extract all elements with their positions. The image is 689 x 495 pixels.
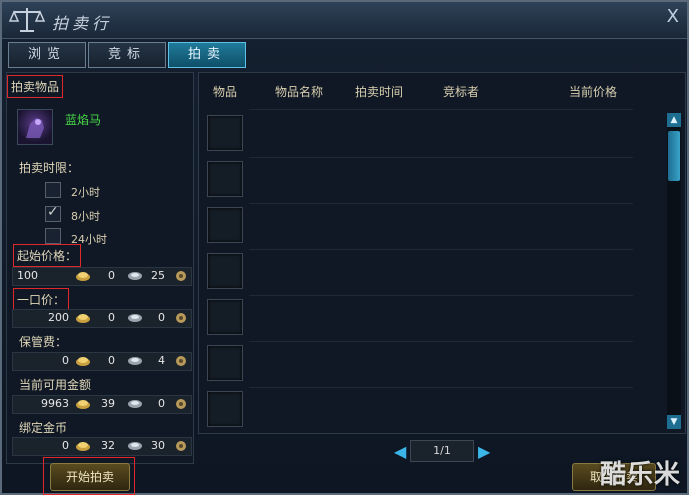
deposit-silver: 0 xyxy=(108,354,115,367)
tab-auction[interactable]: 拍卖 xyxy=(168,42,246,68)
col-header-time: 拍卖时间 xyxy=(355,85,404,99)
buyout-silver[interactable]: 0 xyxy=(97,311,115,324)
start-price-input[interactable]: 100 0 25 xyxy=(12,267,192,286)
available-silver: 39 xyxy=(101,397,115,410)
list-scrollbar[interactable]: ▲ ▼ xyxy=(667,113,681,429)
title-bar: 拍卖行 X xyxy=(2,2,687,39)
available-copper: 0 xyxy=(158,397,165,410)
table-row-slot[interactable] xyxy=(207,391,243,427)
bound-gold-display: 0 32 30 xyxy=(12,437,192,456)
checkbox-2h[interactable] xyxy=(45,182,61,198)
scroll-down-icon[interactable]: ▼ xyxy=(667,415,681,429)
page-indicator: 1/1 xyxy=(410,440,474,462)
close-button[interactable]: X xyxy=(667,6,679,27)
next-page-icon[interactable]: ▶ xyxy=(478,442,490,461)
buyout-input[interactable]: 200 0 0 xyxy=(12,309,192,328)
available-funds-label: 当前可用金额 xyxy=(19,378,92,392)
row-divider xyxy=(249,295,633,296)
tab-browse[interactable]: 浏览 xyxy=(8,42,86,68)
time-limit-label: 拍卖时限： xyxy=(19,161,80,175)
bound-copper: 30 xyxy=(151,439,165,452)
table-row-slot[interactable] xyxy=(207,253,243,289)
gold-coin-icon xyxy=(76,400,90,409)
row-divider xyxy=(249,109,633,110)
table-row-slot[interactable] xyxy=(207,207,243,243)
gold-coin-icon xyxy=(76,357,90,366)
gold-coin-icon xyxy=(76,314,90,323)
bound-gold: 0 xyxy=(62,439,69,452)
available-gold: 9963 xyxy=(41,397,69,410)
copper-coin-icon xyxy=(176,313,186,323)
copper-coin-icon xyxy=(176,356,186,366)
copper-coin-icon xyxy=(176,271,186,281)
deposit-label: 保管费： xyxy=(19,335,68,349)
item-name: 蓝焰马 xyxy=(65,113,102,127)
table-row-slot[interactable] xyxy=(207,161,243,197)
scroll-thumb[interactable] xyxy=(668,131,680,181)
start-price-silver[interactable]: 0 xyxy=(97,269,115,282)
auction-list-panel: 物品 物品名称 拍卖时间 竞标者 当前价格 ▲ ▼ xyxy=(198,72,686,434)
checkmark-icon: ✓ xyxy=(47,204,59,220)
start-price-copper[interactable]: 25 xyxy=(147,269,165,282)
copper-coin-icon xyxy=(176,441,186,451)
start-auction-button[interactable]: 开始拍卖 xyxy=(50,463,130,491)
row-divider xyxy=(249,249,633,250)
checkbox-24h[interactable] xyxy=(45,228,61,244)
scroll-up-icon[interactable]: ▲ xyxy=(667,113,681,127)
gold-coin-icon xyxy=(76,272,90,281)
row-divider xyxy=(249,157,633,158)
col-header-bidder: 竞标者 xyxy=(443,85,480,99)
window-title: 拍卖行 xyxy=(52,14,113,33)
scales-icon xyxy=(8,8,46,32)
bound-gold-label: 绑定金币 xyxy=(19,421,68,435)
row-divider xyxy=(249,387,633,388)
checkbox-8h[interactable]: ✓ xyxy=(45,204,61,222)
option-8h-label: 8小时 xyxy=(71,210,100,223)
silver-coin-icon xyxy=(128,442,142,450)
available-funds-display: 9963 39 0 xyxy=(12,395,192,414)
start-price-label: 起始价格： xyxy=(12,244,82,267)
item-slot[interactable] xyxy=(17,109,53,145)
col-header-price: 当前价格 xyxy=(569,85,618,99)
col-header-name: 物品名称 xyxy=(275,85,324,99)
watermark: 酷乐米 xyxy=(599,460,681,490)
buyout-gold[interactable]: 200 xyxy=(17,311,69,324)
option-2h-label: 2小时 xyxy=(71,186,100,199)
row-divider xyxy=(249,341,633,342)
deposit-gold: 0 xyxy=(62,354,69,367)
deposit-display: 0 0 4 xyxy=(12,352,192,371)
table-row-slot[interactable] xyxy=(207,299,243,335)
silver-coin-icon xyxy=(128,400,142,408)
row-divider xyxy=(249,203,633,204)
tab-bid[interactable]: 竞标 xyxy=(88,42,166,68)
silver-coin-icon xyxy=(128,272,142,280)
silver-coin-icon xyxy=(128,357,142,365)
deposit-copper: 4 xyxy=(158,354,165,367)
gold-coin-icon xyxy=(76,442,90,451)
table-row-slot[interactable] xyxy=(207,345,243,381)
table-row-slot[interactable] xyxy=(207,115,243,151)
copper-coin-icon xyxy=(176,399,186,409)
bound-silver: 32 xyxy=(101,439,115,452)
prev-page-icon[interactable]: ◀ xyxy=(394,442,406,461)
buyout-label: 一口价： xyxy=(12,288,70,311)
col-header-item: 物品 xyxy=(213,85,238,99)
section-title: 拍卖物品 xyxy=(6,75,64,98)
auction-setup-panel: 拍卖物品 蓝焰马 拍卖时限： 2小时 ✓ 8小时 24小时 起始价格： 100 … xyxy=(6,72,194,464)
auction-window: 拍卖行 X 浏览 竞标 拍卖 拍卖物品 蓝焰马 拍卖时限： 2小时 ✓ 8小时 … xyxy=(0,0,689,495)
buyout-copper[interactable]: 0 xyxy=(147,311,165,324)
horse-icon xyxy=(26,118,44,138)
silver-coin-icon xyxy=(128,314,142,322)
start-price-gold[interactable]: 100 xyxy=(17,269,38,282)
